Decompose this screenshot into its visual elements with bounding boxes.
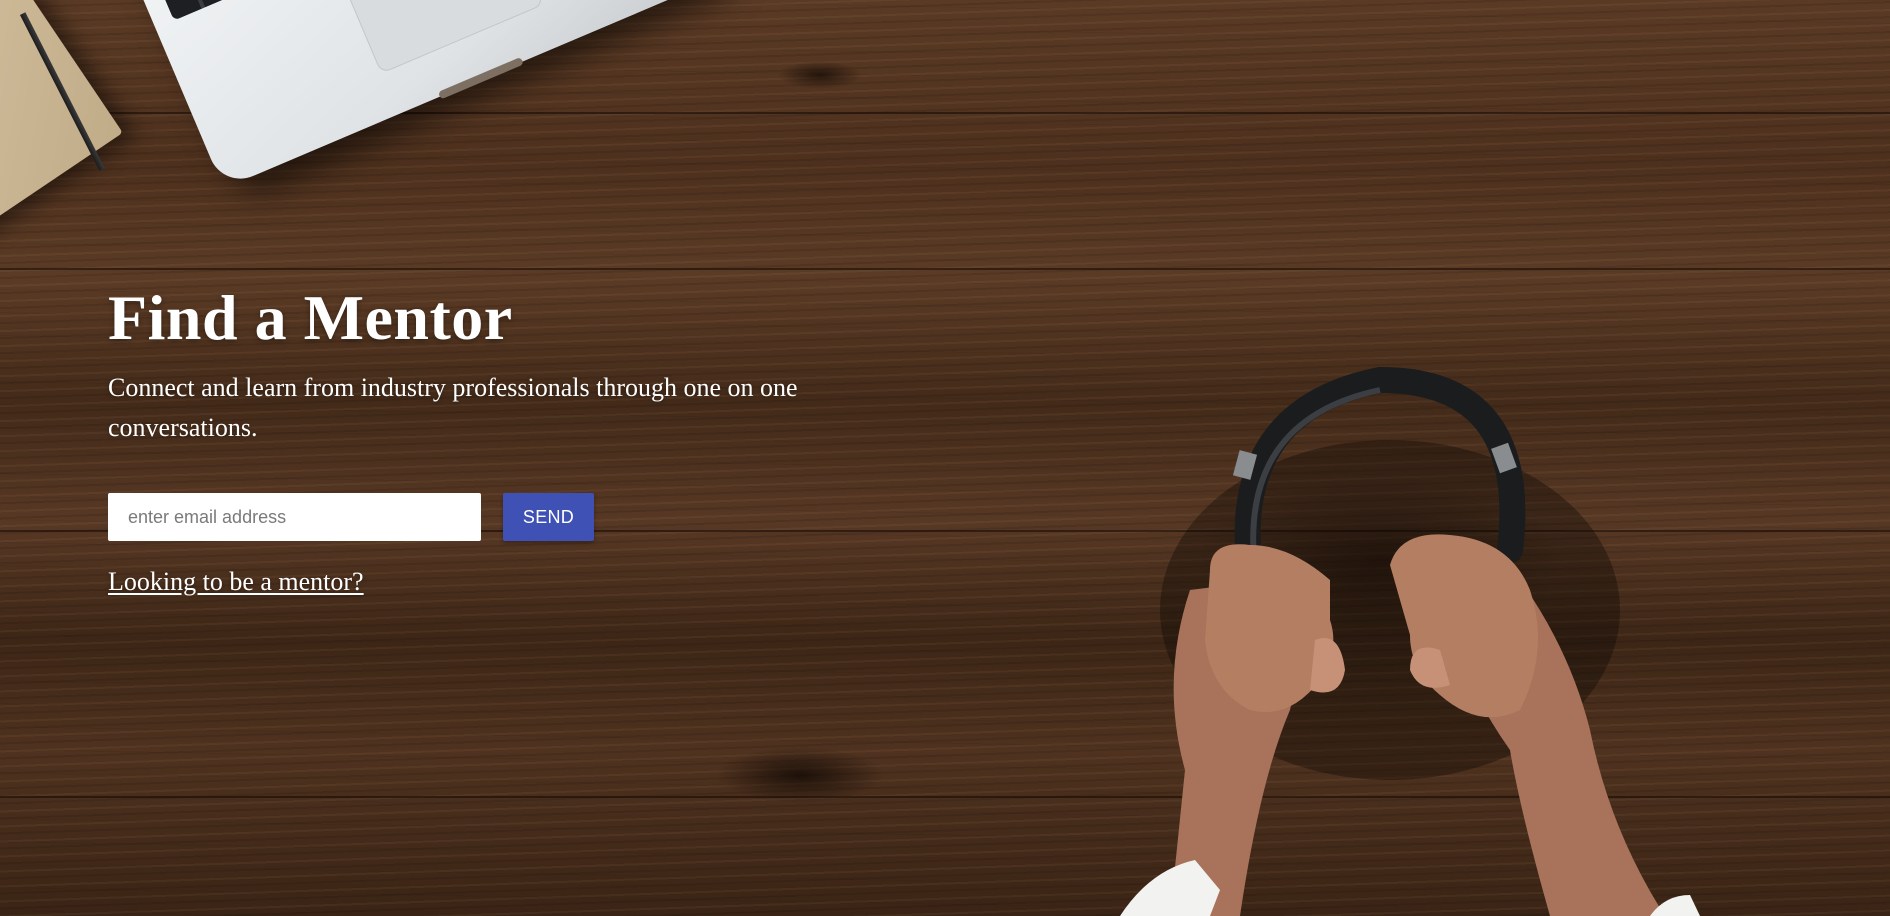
page-title: Find a Mentor: [108, 282, 513, 353]
email-signup-form: SEND: [108, 493, 868, 541]
notebook-image: [0, 0, 123, 245]
laptop-image: [118, 0, 726, 189]
page-subtitle: Connect and learn from industry professi…: [108, 373, 798, 442]
send-button[interactable]: SEND: [503, 493, 594, 541]
plank-seam: [0, 268, 1890, 270]
email-input[interactable]: [108, 493, 481, 541]
hero-content: Find a Mentor Connect and learn from ind…: [108, 280, 868, 597]
laptop-notch: [437, 56, 524, 100]
become-mentor-link[interactable]: Looking to be a mentor?: [108, 567, 364, 597]
headphones-hands-image: [1120, 366, 1700, 916]
